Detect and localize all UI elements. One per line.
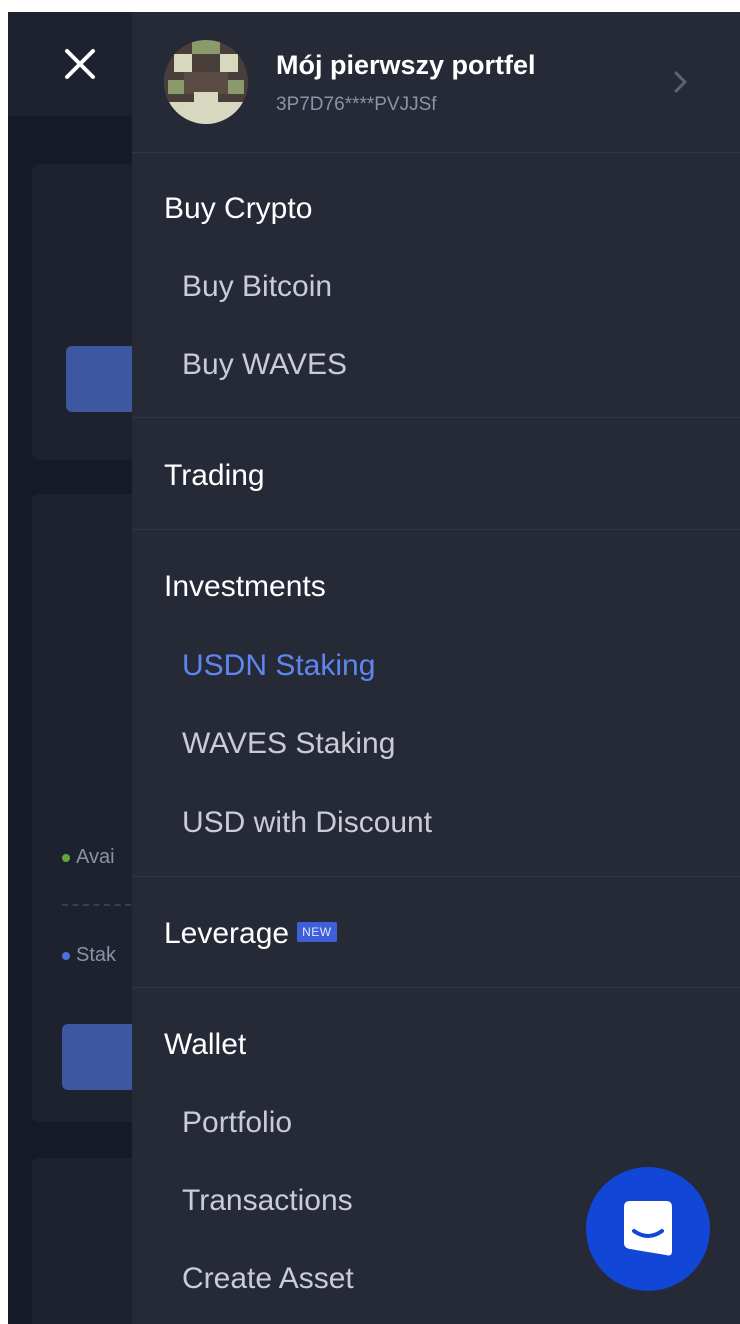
menu-divider — [132, 417, 740, 418]
app-screen: Avai Stak Mój pierwszy portfel 3P7D76***… — [8, 12, 740, 1324]
new-badge: NEW — [297, 922, 337, 943]
section-trading[interactable]: Trading — [164, 459, 265, 493]
wallet-name: Mój pierwszy portfel — [276, 50, 536, 80]
section-investments[interactable]: Investments — [164, 570, 326, 604]
chat-button[interactable] — [586, 1167, 710, 1291]
staked-dot-icon — [62, 951, 70, 960]
available-dot-icon — [62, 853, 70, 862]
navigation-drawer: Mój pierwszy portfel 3P7D76****PVJJSf Bu… — [132, 12, 740, 1324]
chat-icon — [624, 1201, 672, 1256]
chevron-right-icon — [674, 71, 687, 93]
leverage-label: Leverage — [164, 917, 290, 950]
menu-divider — [132, 529, 740, 530]
menu-item-transactions[interactable]: Transactions — [182, 1184, 353, 1218]
menu-divider — [132, 876, 740, 877]
wallet-profile[interactable]: Mój pierwszy portfel 3P7D76****PVJJSf — [132, 12, 740, 153]
available-balance-label: Avai — [62, 846, 115, 869]
menu-item-buy-bitcoin[interactable]: Buy Bitcoin — [182, 270, 332, 304]
section-wallet[interactable]: Wallet — [164, 1028, 246, 1062]
menu-item-usdn-staking[interactable]: USDN Staking — [182, 649, 375, 683]
avatar — [164, 40, 248, 124]
identicon-icon — [164, 40, 248, 124]
menu-item-waves-staking[interactable]: WAVES Staking — [182, 727, 395, 761]
staked-balance-label: Stak — [62, 944, 116, 967]
menu-divider — [132, 987, 740, 988]
menu-item-usd-with-discount[interactable]: USD with Discount — [182, 806, 432, 840]
section-buy-crypto[interactable]: Buy Crypto — [164, 192, 312, 226]
wallet-address: 3P7D76****PVJJSf — [276, 94, 437, 115]
menu-item-buy-waves[interactable]: Buy WAVES — [182, 348, 347, 382]
menu-item-portfolio[interactable]: Portfolio — [182, 1106, 292, 1140]
close-icon[interactable] — [54, 38, 106, 90]
section-leverage[interactable]: Leverage NEW — [164, 917, 337, 951]
menu-item-create-asset[interactable]: Create Asset — [182, 1262, 354, 1296]
